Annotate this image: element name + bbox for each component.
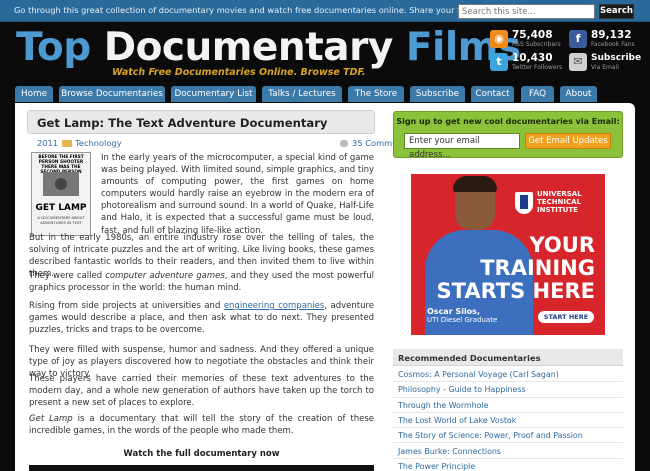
post-category[interactable]: Technology bbox=[75, 138, 121, 148]
twitter-count: 10,430 bbox=[512, 52, 553, 64]
recommended-title: Recommended Documentaries bbox=[393, 349, 623, 366]
ad-start-here-button[interactable]: START HERE bbox=[538, 311, 594, 323]
nav-tab-browse[interactable]: Browse Documentaries bbox=[59, 86, 165, 102]
get-email-updates-button[interactable]: Get Email Updates bbox=[525, 133, 611, 149]
envelope-icon: ✉ bbox=[569, 53, 587, 71]
poster-artwork bbox=[43, 172, 79, 196]
post-paragraph-4: Rising from side projects at universitie… bbox=[29, 300, 374, 336]
search-input[interactable] bbox=[458, 4, 595, 19]
ad-person-hair bbox=[453, 176, 497, 192]
rss-icon: ◉ bbox=[490, 30, 508, 48]
rss-label: RSS Subscribers bbox=[512, 41, 561, 48]
nav-tab-faq[interactable]: FAQ bbox=[521, 86, 554, 102]
nav-tab-talks-lectures[interactable]: Talks / Lectures bbox=[262, 86, 342, 102]
logo-title: Top Documentary Films bbox=[16, 28, 521, 68]
p7-emphasis: Get Lamp bbox=[29, 414, 73, 424]
nav-tab-subscribe[interactable]: Subscribe bbox=[410, 86, 465, 102]
facebook-icon: f bbox=[569, 30, 587, 48]
email-subscribe-text: Subscribe bbox=[591, 53, 642, 63]
ad-headline-line-1: YOUR TRAINING bbox=[480, 233, 595, 280]
facebook-label: Facebook Fans bbox=[591, 41, 635, 48]
uti-logo-icon bbox=[515, 192, 533, 214]
uti-logo-line-3: INSTITUTE bbox=[537, 206, 578, 214]
nav-tab-documentary-list[interactable]: Documentary List bbox=[171, 86, 256, 102]
uti-advertisement[interactable]: UNIVERSAL TECHNICAL INSTITUTE YOUR TRAININ… bbox=[411, 174, 605, 335]
post-title[interactable]: Get Lamp: The Text Adventure Documentary bbox=[37, 116, 327, 130]
p3-text-a: They were called bbox=[29, 271, 106, 281]
ad-caption-role: UTI Diesel Graduate bbox=[427, 316, 498, 324]
post-header: Get Lamp: The Text Adventure Documentary bbox=[27, 110, 375, 134]
logo-word-top: Top bbox=[16, 25, 104, 70]
recommended-item[interactable]: Philosophy - Guide to Happiness bbox=[393, 382, 623, 398]
logo-word-documentary: Documentary bbox=[103, 25, 406, 70]
email-label: Via Email bbox=[591, 64, 619, 71]
post-paragraph-3: They were called computer adventure game… bbox=[29, 270, 374, 294]
rss-count: 75,408 bbox=[512, 29, 553, 41]
comment-bubble-icon bbox=[340, 140, 348, 147]
recommended-item[interactable]: The Power Principle bbox=[393, 459, 623, 471]
recommended-item[interactable]: The Story of Science: Power, Proof and P… bbox=[393, 428, 623, 444]
facebook-count: 89,132 bbox=[591, 29, 632, 41]
ad-headline-line-2: STARTS HERE bbox=[436, 279, 596, 303]
post-paragraph-1: In the early years of the microcomputer,… bbox=[101, 153, 374, 236]
recommended-documentaries: Recommended Documentaries Cosmos: A Pers… bbox=[393, 349, 623, 471]
twitter-label: Twitter Followers bbox=[512, 64, 563, 71]
email-signup-box: Sign up to get new cool documentaries vi… bbox=[393, 111, 623, 160]
recommended-item[interactable]: Cosmos: A Personal Voyage (Carl Sagan) bbox=[393, 367, 623, 383]
main-nav: Home Browse Documentaries Documentary Li… bbox=[15, 86, 635, 102]
ad-caption: Oscar Silos, UTI Diesel Graduate bbox=[427, 307, 498, 325]
p7-text: is a documentary that will tell the stor… bbox=[29, 414, 374, 437]
documentary-poster: BEFORE THE FIRST PERSON SHOOTER THERE WA… bbox=[31, 152, 91, 236]
nav-tab-about[interactable]: About bbox=[560, 86, 597, 102]
nav-tab-store[interactable]: The Store bbox=[348, 86, 404, 102]
post-meta: 2011 Technology bbox=[37, 138, 122, 148]
recommended-item[interactable]: Through the Wormhole bbox=[393, 398, 623, 413]
watch-heading: Watch the full documentary now bbox=[123, 449, 280, 459]
uti-logo-line-2: TECHNICAL bbox=[537, 198, 582, 206]
logo-tagline: Watch Free Documentaries Online. Browse … bbox=[112, 67, 366, 78]
p4-text-a: Rising from side projects at universitie… bbox=[29, 301, 224, 311]
uti-logo-line-1: UNIVERSAL bbox=[537, 190, 582, 198]
email-field[interactable]: Enter your email address... bbox=[404, 133, 520, 160]
video-player[interactable] bbox=[29, 465, 374, 471]
signup-title: Sign up to get new cool documentaries vi… bbox=[396, 117, 620, 126]
post-paragraph-7: Get Lamp is a documentary that will tell… bbox=[29, 413, 374, 437]
folder-icon bbox=[62, 140, 73, 147]
ad-caption-name: Oscar Silos, bbox=[427, 307, 480, 316]
engineering-companies-link[interactable]: engineering companies bbox=[224, 301, 325, 311]
uti-logo-text: UNIVERSAL TECHNICAL INSTITUTE bbox=[537, 190, 582, 214]
post-paragraph-6: These players have carried their memorie… bbox=[29, 374, 374, 409]
ad-headline: YOUR TRAINING STARTS HERE bbox=[411, 234, 605, 303]
recommended-item[interactable]: The Lost World of Lake Vostok bbox=[393, 413, 623, 429]
recommended-item[interactable]: James Burke: Connections bbox=[393, 444, 623, 459]
poster-subtitle: A DOCUMENTARY ABOUT ADVENTURES IN TEXT bbox=[37, 215, 85, 225]
twitter-icon: t bbox=[490, 53, 508, 71]
site-logo[interactable]: Top Documentary Films Watch Free Documen… bbox=[16, 28, 521, 80]
post-year[interactable]: 2011 bbox=[37, 138, 58, 148]
nav-tab-contact[interactable]: Contact bbox=[471, 86, 514, 102]
nav-tab-home[interactable]: Home bbox=[15, 86, 53, 102]
poster-title: GET LAMP bbox=[35, 203, 87, 213]
p3-emphasis: computer adventure games bbox=[105, 271, 225, 281]
search-button[interactable]: Search bbox=[599, 4, 634, 19]
